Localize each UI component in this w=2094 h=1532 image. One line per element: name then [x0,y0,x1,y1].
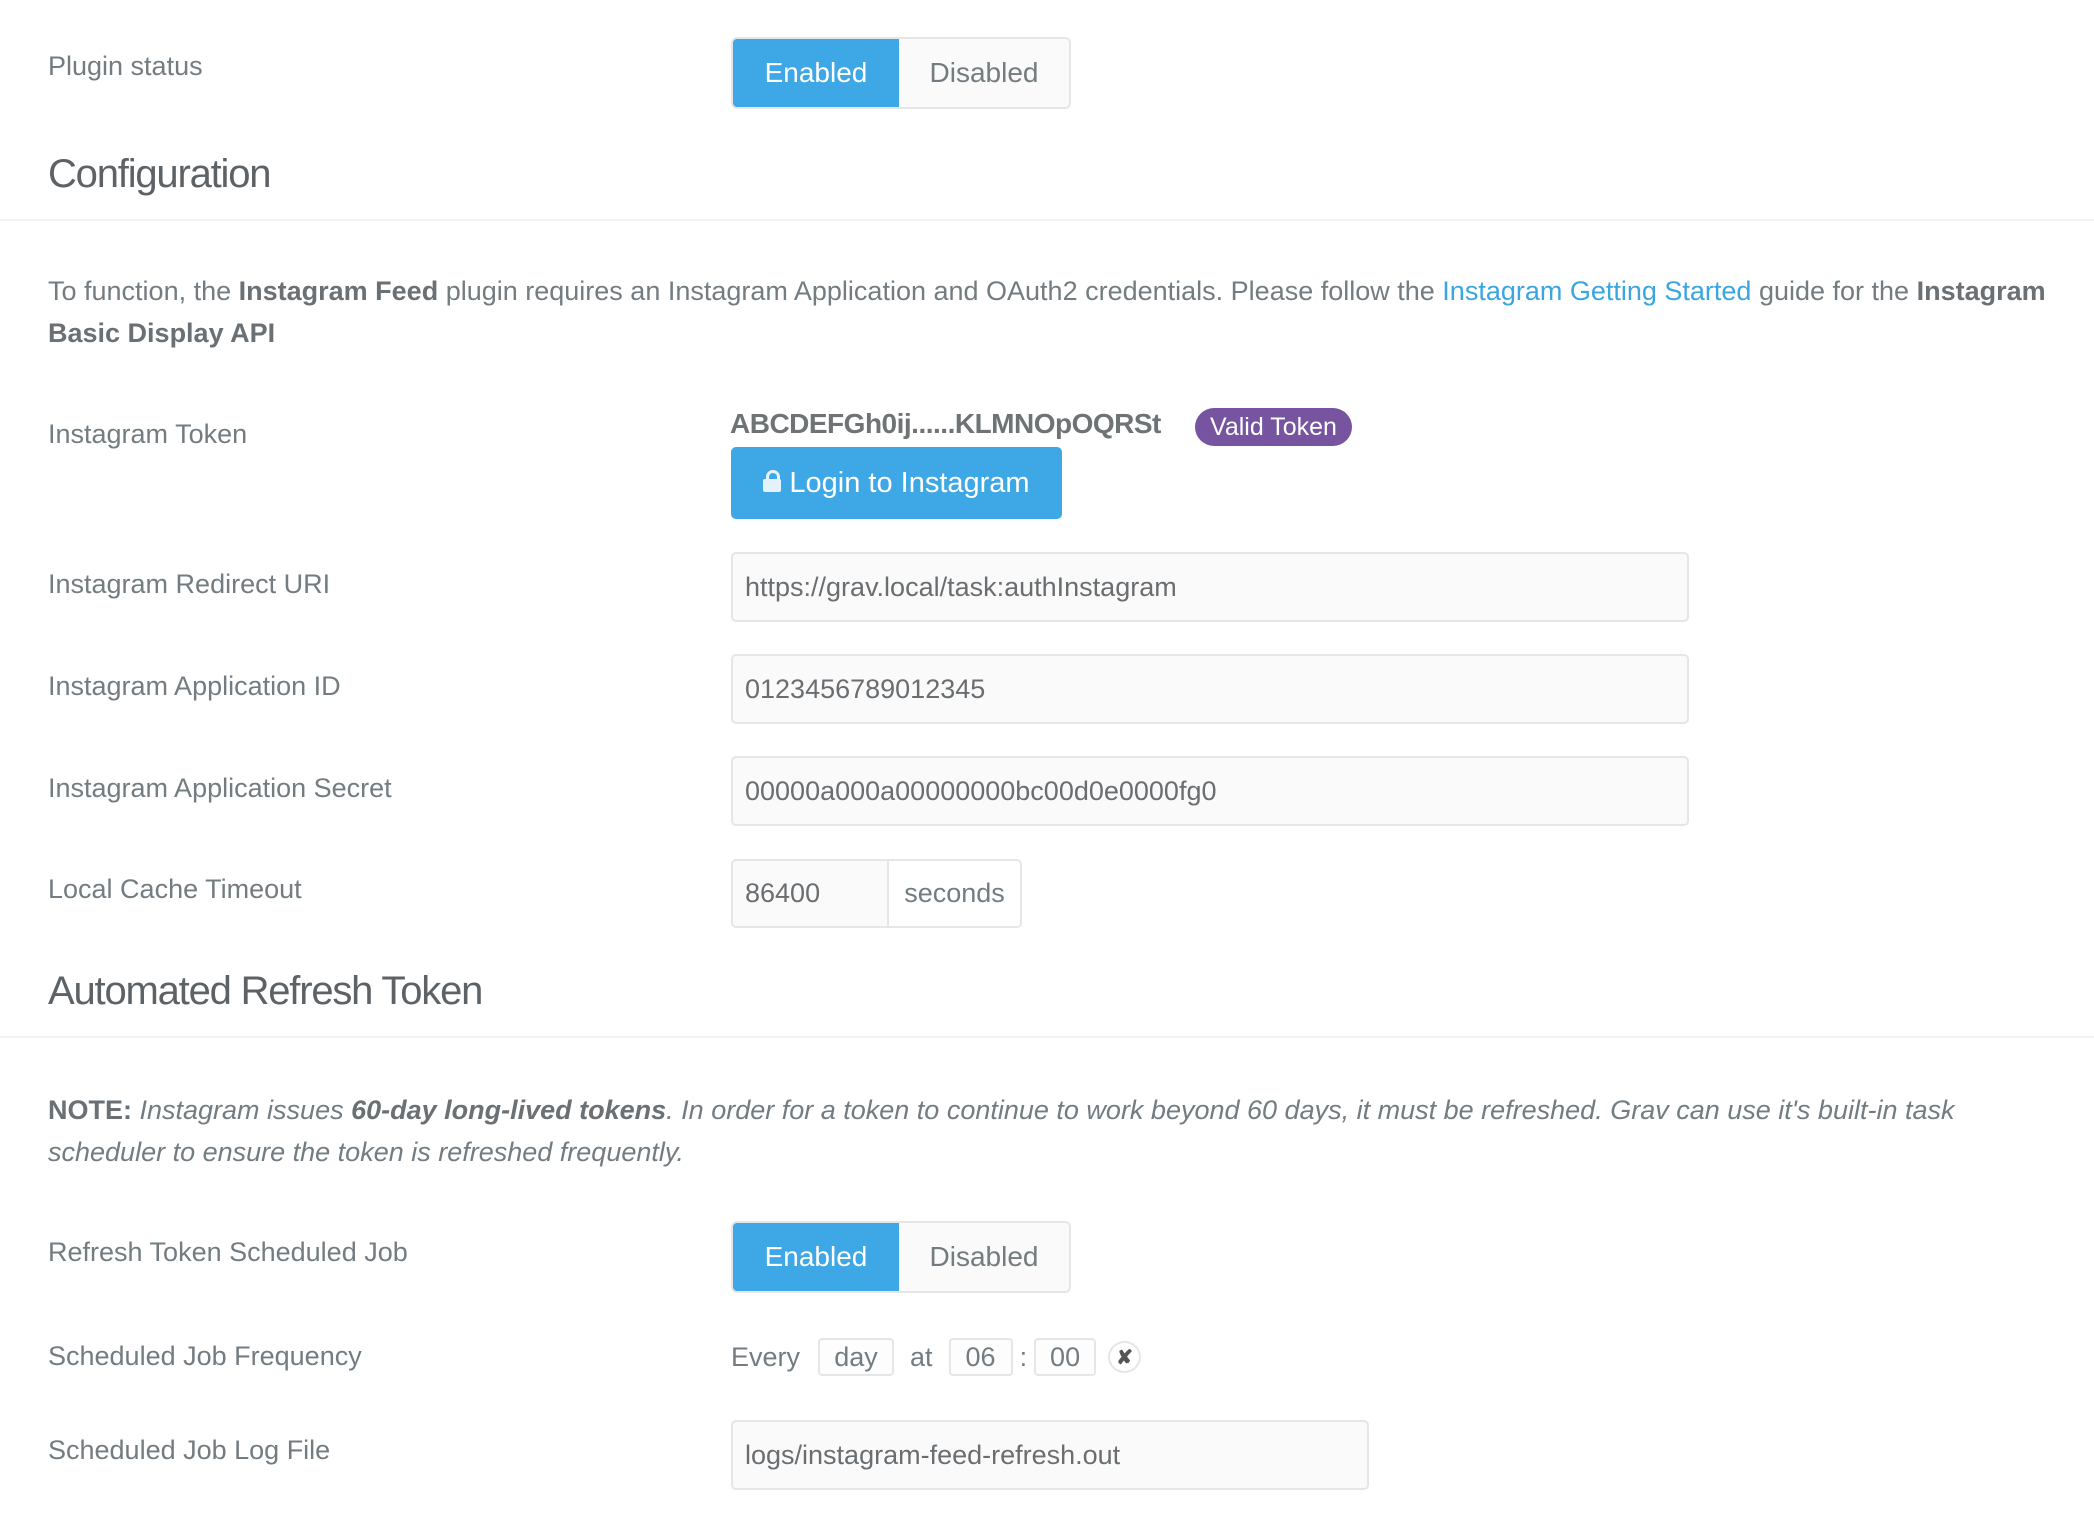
configuration-heading: Configuration [48,152,272,196]
plugin-status-label: Plugin status [48,51,203,81]
log-file-label: Scheduled Job Log File [48,1435,331,1465]
log-file-input[interactable] [731,1420,1369,1490]
login-to-instagram-button[interactable]: Login to Instagram [731,447,1062,519]
configuration-intro: To function, the Instagram Feed plugin r… [48,270,2048,354]
redirect-uri-label: Instagram Redirect URI [48,569,331,599]
scheduled-job-disabled-option[interactable]: Disabled [899,1223,1069,1291]
intro-text-1: To function, the [48,276,239,306]
intro-text-2: plugin requires an Instagram Application… [438,276,1443,306]
note-prefix: NOTE: [48,1095,132,1125]
note-emphasis: 60-day long-lived tokens [351,1095,667,1125]
redirect-uri-input[interactable] [731,552,1689,622]
scheduled-job-label: Refresh Token Scheduled Job [48,1237,408,1267]
plugin-status-disabled-option[interactable]: Disabled [899,39,1069,107]
valid-token-badge: Valid Token [1195,408,1352,446]
configuration-divider [0,219,2094,221]
cron-every-text: Every [731,1341,801,1372]
refresh-note: NOTE: Instagram issues 60-day long-lived… [48,1089,2048,1173]
clear-icon[interactable]: ✘ [1108,1341,1142,1373]
cron-period-select[interactable]: day [818,1338,895,1376]
plugin-status-toggle: Enabled Disabled [731,37,1071,109]
note-text-1: Instagram issues [132,1095,352,1125]
cache-timeout-unit: seconds [889,861,1020,926]
cron-at-text: at [910,1341,933,1372]
scheduled-job-toggle: Enabled Disabled [731,1221,1071,1293]
app-secret-label: Instagram Application Secret [48,773,392,803]
app-id-label: Instagram Application ID [48,671,341,701]
login-button-label: Login to Instagram [789,466,1030,499]
cache-timeout-field: 86400 seconds [731,859,1022,928]
frequency-cron-picker: Every day at 06 : 00 ✘ [731,1337,1142,1377]
getting-started-link[interactable]: Instagram Getting Started [1442,276,1751,306]
app-secret-input[interactable] [731,756,1689,826]
cron-separator: : [1019,1341,1028,1372]
scheduled-job-enabled-option[interactable]: Enabled [733,1223,899,1291]
intro-text-3: guide for the [1751,276,1917,306]
cron-minute-select[interactable]: 00 [1034,1338,1097,1376]
refresh-divider [0,1036,2094,1038]
instagram-token-value: ABCDEFGh0ij......KLMNOpOQRSt [730,408,1161,439]
refresh-heading: Automated Refresh Token [48,969,483,1013]
plugin-status-enabled-option[interactable]: Enabled [733,39,899,107]
instagram-token-label: Instagram Token [48,419,248,449]
cache-timeout-input[interactable]: 86400 [733,861,889,926]
lock-icon [763,470,782,492]
cron-hour-select[interactable]: 06 [948,1338,1013,1376]
intro-plugin-name: Instagram Feed [238,276,439,306]
app-id-input[interactable] [731,654,1689,724]
frequency-label: Scheduled Job Frequency [48,1341,362,1371]
cache-timeout-label: Local Cache Timeout [48,874,302,904]
